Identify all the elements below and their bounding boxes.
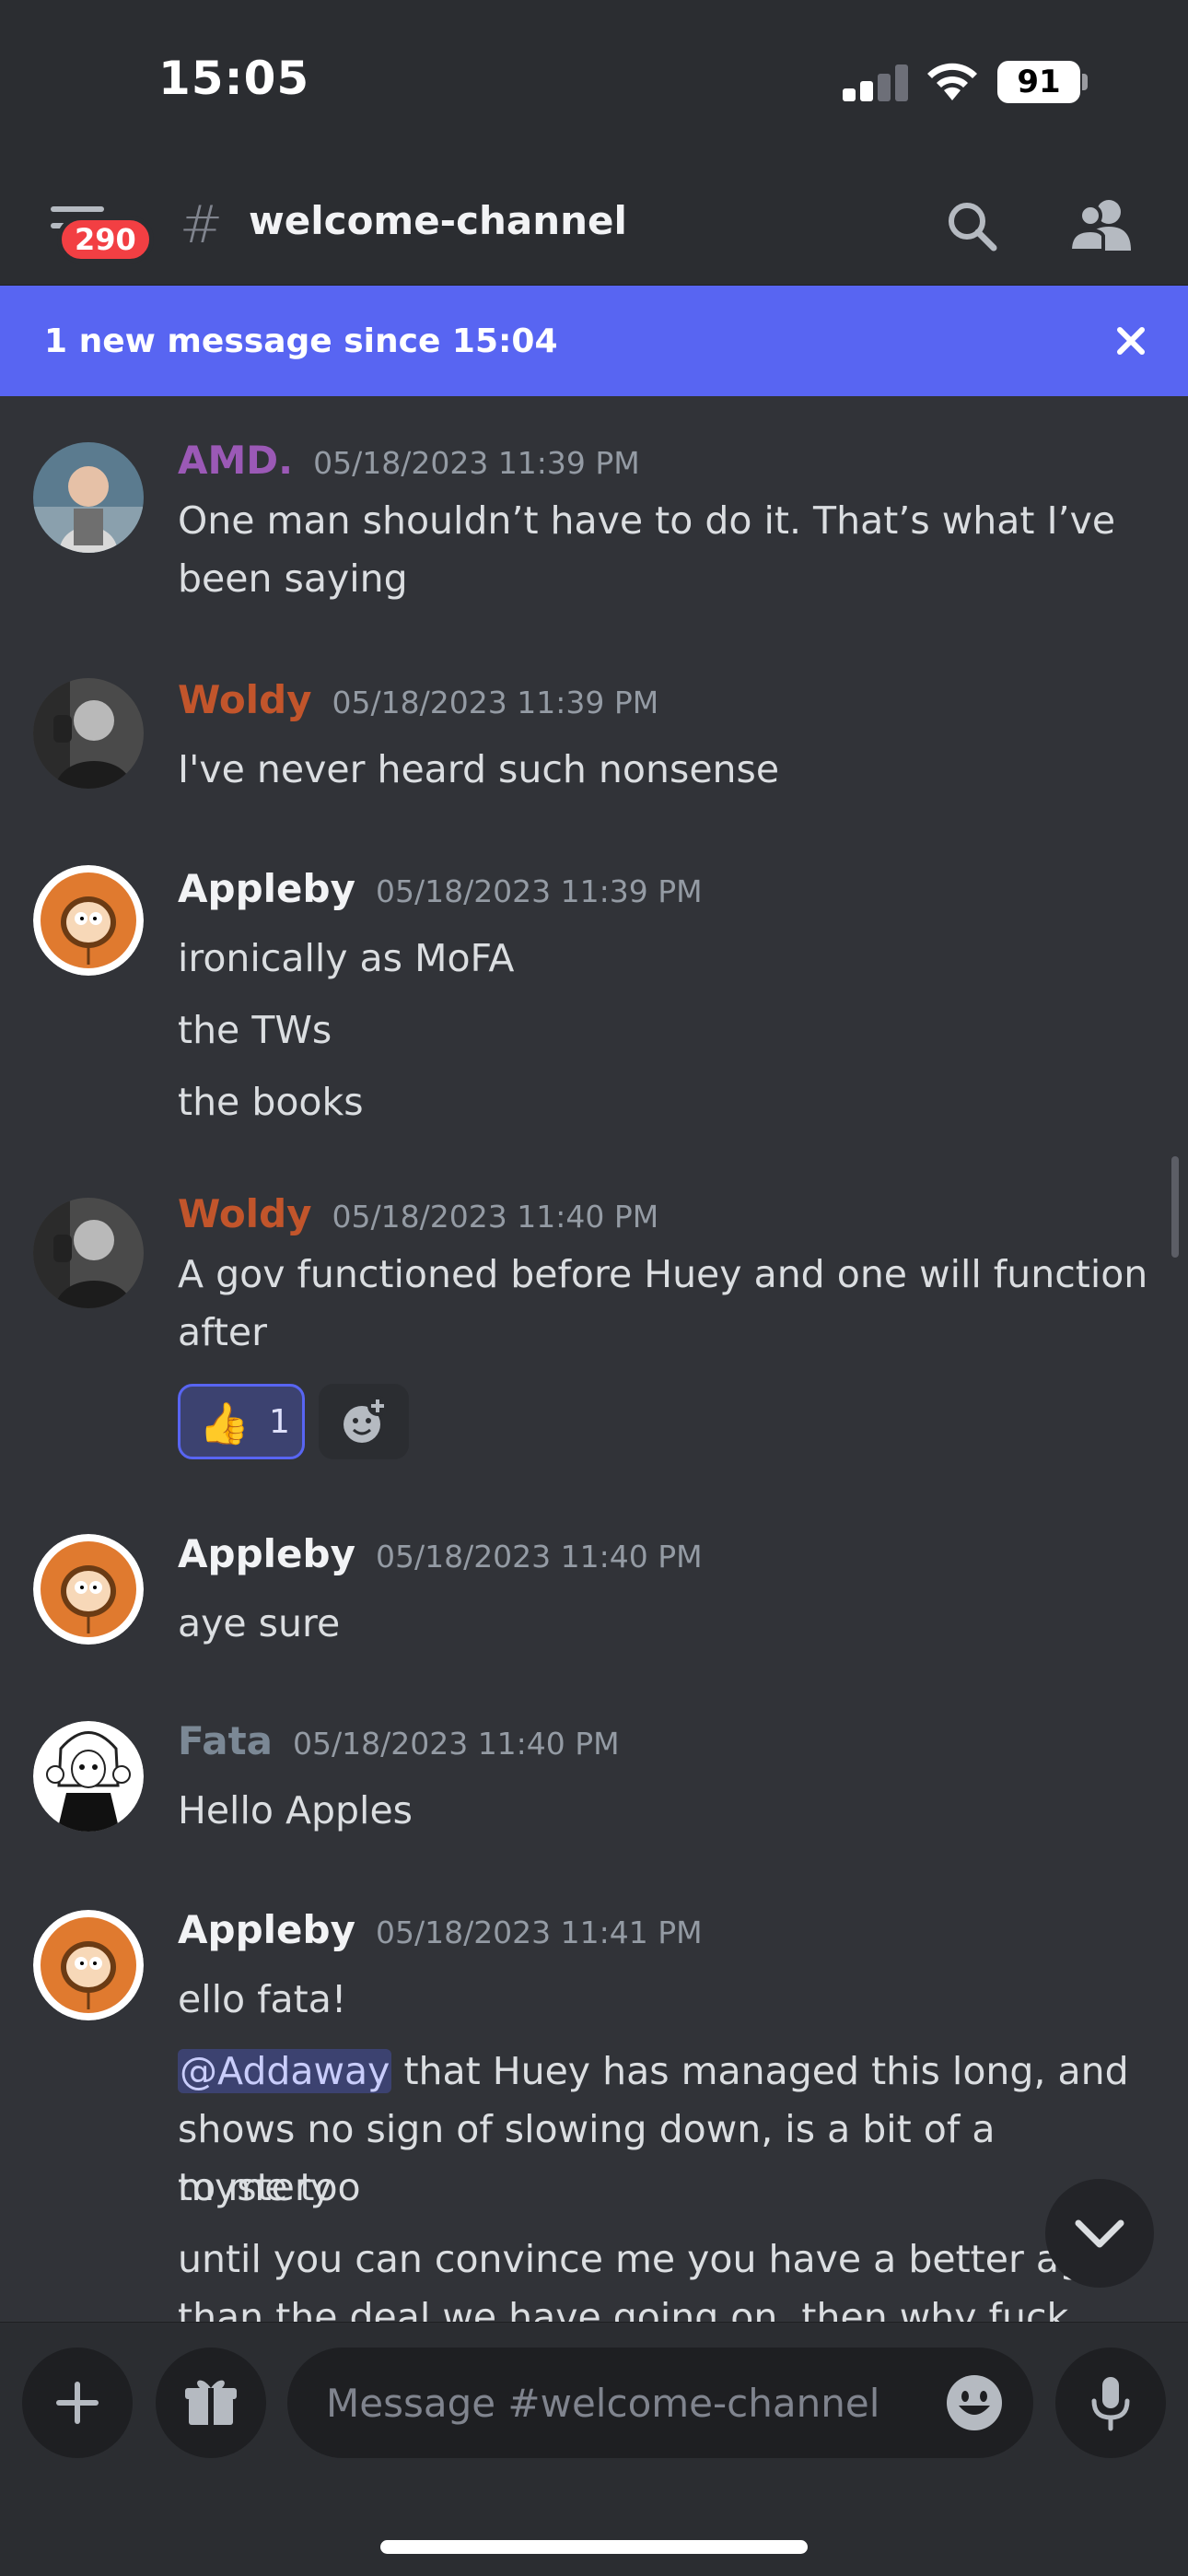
message-text: Hello Apples [178,1788,413,1832]
add-reaction-button[interactable] [319,1384,409,1459]
message-text: after [178,1310,267,1354]
message-text: that Huey has managed this long, and [391,2049,1129,2093]
message-text: aye sure [178,1601,341,1645]
message-timestamp: 05/18/2023 11:40 PM [293,1726,620,1762]
emoji-icon[interactable] [946,2374,1003,2431]
message-text: One man shouldn’t have to do it. That’s … [178,498,1116,543]
message-text: ello fata! [178,1977,347,2021]
message-header: Woldy 05/18/2023 11:39 PM [178,677,658,722]
message-input[interactable] [287,2348,1033,2458]
microphone-icon [1091,2377,1130,2431]
message-timestamp: 05/18/2023 11:39 PM [332,685,659,720]
new-messages-text[interactable]: 1 new message since 15:04 [44,322,558,360]
author-name[interactable]: Appleby [178,866,355,911]
message-timestamp: 05/18/2023 11:40 PM [375,1539,703,1575]
message-header: Appleby 05/18/2023 11:41 PM [178,1907,703,1952]
author-name[interactable]: Fata [178,1718,273,1763]
gift-button[interactable] [156,2348,266,2458]
message-text: I've never heard such nonsense [178,747,780,791]
chevron-down-icon [1075,2219,1124,2248]
message-text-with-mention: @Addaway that Huey has managed this long… [178,2043,1154,2101]
hash-icon: # [180,195,223,255]
cellular-signal-icon [843,64,908,101]
author-name[interactable]: Appleby [178,1531,355,1576]
unread-badge[interactable]: 290 [57,216,154,263]
avatar[interactable] [33,1534,144,1645]
members-icon[interactable] [1068,195,1133,254]
channel-title[interactable]: welcome-channel [249,198,627,243]
avatar[interactable] [33,865,144,976]
message-header: Appleby 05/18/2023 11:39 PM [178,866,703,911]
message-text: the books [178,1080,364,1124]
message-text: than the deal we have going on, then why… [178,2295,1069,2322]
message-header: Fata 05/18/2023 11:40 PM [178,1718,620,1763]
avatar[interactable] [33,1721,144,1832]
message-text: A gov functioned before Huey and one wil… [178,1252,1148,1296]
message-text: the TWs [178,1008,332,1052]
avatar[interactable] [33,678,144,789]
reaction-count: 1 [269,1403,290,1441]
message-header: AMD. 05/18/2023 11:39 PM [178,438,640,483]
battery-nub [1082,74,1088,90]
message-header: Appleby 05/18/2023 11:40 PM [178,1531,703,1576]
scrollbar-thumb[interactable] [1171,1156,1179,1258]
message-timestamp: 05/18/2023 11:39 PM [375,873,703,909]
avatar[interactable] [33,1910,144,2020]
close-icon[interactable] [1112,322,1149,359]
message-timestamp: 05/18/2023 11:39 PM [313,445,640,481]
thumbs-up-icon: 👍 [199,1400,250,1447]
author-name[interactable]: AMD. [178,438,293,483]
add-reaction-icon [344,1396,388,1443]
reaction-thumbs-up[interactable]: 👍 1 [178,1384,305,1459]
author-name[interactable]: Woldy [178,677,312,722]
user-mention[interactable]: @Addaway [178,2049,392,2093]
message-timestamp: 05/18/2023 11:41 PM [375,1914,703,1950]
search-icon[interactable] [944,198,999,253]
message-text: been saying [178,556,408,601]
avatar[interactable] [33,1198,144,1308]
message-text: to me too [178,2165,361,2209]
message-list[interactable]: AMD. 05/18/2023 11:39 PM One man shouldn’… [0,396,1188,2322]
jump-to-present-button[interactable] [1045,2179,1154,2288]
message-text: ironically as MoFA [178,936,515,980]
gift-icon [185,2380,237,2425]
message-timestamp: 05/18/2023 11:40 PM [332,1199,659,1235]
plus-icon [56,2382,99,2424]
battery-indicator: 91 [997,61,1080,103]
home-indicator [380,2540,808,2554]
message-text: until you can convince me you have a bet… [178,2237,1107,2281]
status-time: 15:05 [158,52,310,105]
author-name[interactable]: Appleby [178,1907,355,1952]
wifi-icon [927,63,977,100]
avatar[interactable] [33,442,144,553]
author-name[interactable]: Woldy [178,1191,312,1236]
voice-message-button[interactable] [1055,2348,1166,2458]
add-attachment-button[interactable] [22,2348,133,2458]
message-header: Woldy 05/18/2023 11:40 PM [178,1191,658,1236]
